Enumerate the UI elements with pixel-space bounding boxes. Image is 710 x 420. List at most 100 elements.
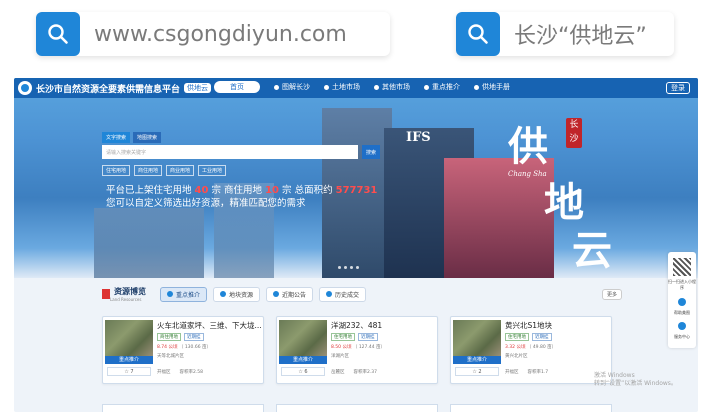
- featured-tag: 重点推介: [453, 356, 501, 364]
- nav-label: 土地市场: [332, 83, 360, 91]
- website-screenshot: IFS 文字搜索 地图搜索 请输入搜索关键字 搜索 住宅用地 商住用地 商业用地…: [14, 78, 698, 412]
- nav-dot-icon: [474, 84, 479, 90]
- quick-tag-industrial[interactable]: 工业用地: [198, 165, 227, 176]
- favorite-button[interactable]: ☆ 7: [107, 367, 151, 376]
- nav-menu: 首页 图解长沙 土地市场 其他市场 重点推介 供地手册: [214, 81, 510, 93]
- nav-item-manual[interactable]: 供地手册: [474, 82, 510, 92]
- more-button[interactable]: 更多: [601, 288, 622, 300]
- favorite-button[interactable]: ☆ 2: [455, 367, 499, 376]
- total-area: 577731: [335, 185, 378, 196]
- site-nav: 长沙市自然资源全要素供需信息平台 供地云 首页 图解长沙 土地市场 其他市场 重…: [14, 78, 698, 98]
- land-name[interactable]: 洋湖232、481: [331, 320, 435, 331]
- qr-code-icon[interactable]: [673, 258, 691, 276]
- nav-item-home[interactable]: 首页: [214, 81, 260, 93]
- resources-header: 资源博览 Land Resources 重点推介 地块资源 近期公告 历史成交 …: [102, 284, 622, 304]
- nav-item-featured[interactable]: 重点推介: [424, 82, 460, 92]
- nav-item-illustrated[interactable]: 图解长沙: [274, 82, 310, 92]
- land-card[interactable]: 重点推介 ☆ 2 黄兴北S1地块 住宅用地 近期挂 3.32 公顷 （ 49.80…: [450, 316, 612, 384]
- name-search-text: 长沙“供地云”: [514, 24, 647, 49]
- zone: 岳麓区: [331, 370, 345, 375]
- hero-search-input[interactable]: 请输入搜索关键字: [102, 145, 358, 159]
- land-thumbnail: [453, 320, 501, 356]
- land-zone-ratio: 开福区 容积率1.7: [505, 369, 548, 375]
- unit-ge-2: 宗: [282, 185, 292, 196]
- land-use-chip: 商住用地: [157, 333, 181, 341]
- hero-search-button[interactable]: 搜索: [362, 145, 380, 159]
- tab-label: 近期公告: [282, 291, 307, 299]
- land-use-chip: 住宅用地: [505, 333, 529, 341]
- stats-prefix: 平台已上架住宅用地: [106, 185, 192, 196]
- status-chip: 近期挂: [532, 333, 552, 341]
- help-label[interactable]: 帮助美图: [668, 310, 696, 316]
- area-mu: （ 130.66 亩）: [178, 345, 211, 350]
- status-chip: 近期挂: [184, 333, 204, 341]
- tab-land-resources[interactable]: 地块资源: [213, 286, 261, 302]
- service-label[interactable]: 服务中心: [668, 334, 696, 340]
- land-name[interactable]: 黄兴北S1地块: [505, 320, 609, 331]
- next-card-row: [14, 404, 698, 412]
- watermark-line2: 转到“设置”以激活 Windows。: [594, 380, 677, 387]
- history-icon: [326, 291, 333, 297]
- resources-title: 资源博览: [114, 287, 146, 296]
- site-brand[interactable]: 长沙市自然资源全要素供需信息平台: [36, 82, 180, 95]
- tab-label: 历史成交: [335, 291, 360, 299]
- url-search-pill[interactable]: www.csgongdiyun.com: [36, 12, 390, 56]
- nav-label: 其他市场: [382, 83, 410, 91]
- background-building: [94, 208, 204, 278]
- nav-dot-icon: [324, 84, 329, 90]
- stats-line2: 您可以自定义筛选出好资源，精准匹配您的需求: [106, 198, 306, 209]
- land-card[interactable]: 重点推介 ☆ 7 火车北道家坪、三维、下大垅... 商住用地 近期挂 8.74 公…: [102, 316, 264, 384]
- featured-tag: 重点推介: [105, 356, 153, 364]
- help-icon[interactable]: [678, 298, 686, 306]
- land-zone-ratio: 岳麓区 容积率2.37: [331, 369, 377, 375]
- tab-label: 重点推介: [176, 291, 201, 299]
- featured-icon: [167, 291, 173, 297]
- resources-subtitle: Land Resources: [110, 297, 142, 302]
- calli-char-1: 供: [508, 123, 548, 170]
- notice-icon: [273, 291, 280, 297]
- calli-english: Chang Sha: [508, 170, 547, 178]
- search-icon: [456, 12, 500, 56]
- tab-notices[interactable]: 近期公告: [266, 286, 314, 302]
- stats-mid: 商住用地: [224, 185, 263, 196]
- favorite-button[interactable]: ☆ 6: [281, 367, 325, 376]
- tab-map-search[interactable]: 地图搜索: [133, 132, 162, 143]
- ratio: 容积率2.58: [179, 370, 204, 375]
- area-value: 8.74 公顷: [157, 345, 178, 350]
- quick-tag-residential[interactable]: 住宅用地: [102, 165, 131, 176]
- land-area: 3.32 公顷 （ 49.80 亩）: [505, 344, 556, 350]
- land-thumbnail: [279, 320, 327, 356]
- zone: 开福区: [157, 370, 171, 375]
- hero-search: 文字搜索 地图搜索 请输入搜索关键字 搜索 住宅用地 商住用地 商业用地 工业用…: [102, 132, 422, 176]
- nav-dot-icon: [424, 84, 429, 90]
- qr-caption: 扫一扫进入小程序: [668, 279, 696, 290]
- nav-item-other-market[interactable]: 其他市场: [374, 82, 410, 92]
- nav-dot-icon: [274, 84, 279, 90]
- tab-label: 地块资源: [229, 291, 254, 299]
- nav-label: 图解长沙: [282, 83, 310, 91]
- quick-tag-commercial[interactable]: 商业用地: [166, 165, 195, 176]
- land-card[interactable]: 重点推介 ☆ 6 洋湖232、481 住宅用地 近期挂 8.50 公顷 （ 127…: [276, 316, 438, 384]
- tab-text-search[interactable]: 文字搜索: [102, 132, 131, 143]
- flag-icon: [102, 289, 110, 299]
- commercial-count: 10: [265, 185, 280, 196]
- area-mu: （ 127.44 亩）: [352, 345, 385, 350]
- status-chip: 近期挂: [358, 333, 378, 341]
- land-district: 洋湖片区: [331, 354, 349, 359]
- search-icon: [36, 12, 80, 56]
- login-button[interactable]: 登录: [666, 82, 690, 94]
- carousel-dots[interactable]: [338, 266, 359, 269]
- nav-item-land-market[interactable]: 土地市场: [324, 82, 360, 92]
- land-name[interactable]: 火车北道家坪、三维、下大垅...: [157, 320, 261, 331]
- tab-history[interactable]: 历史成交: [319, 286, 367, 302]
- name-search-pill[interactable]: 长沙“供地云”: [456, 12, 674, 56]
- tab-featured[interactable]: 重点推介: [160, 286, 208, 302]
- nav-label: 供地手册: [482, 83, 510, 91]
- service-icon[interactable]: [678, 322, 686, 330]
- land-thumbnail: [105, 320, 153, 356]
- nav-dot-icon: [374, 84, 379, 90]
- side-float-bar: 扫一扫进入小程序 帮助美图 服务中心: [668, 252, 696, 348]
- land-icon: [220, 291, 227, 297]
- quick-tag-mixed[interactable]: 商住用地: [134, 165, 163, 176]
- nav-label: 首页: [230, 83, 244, 91]
